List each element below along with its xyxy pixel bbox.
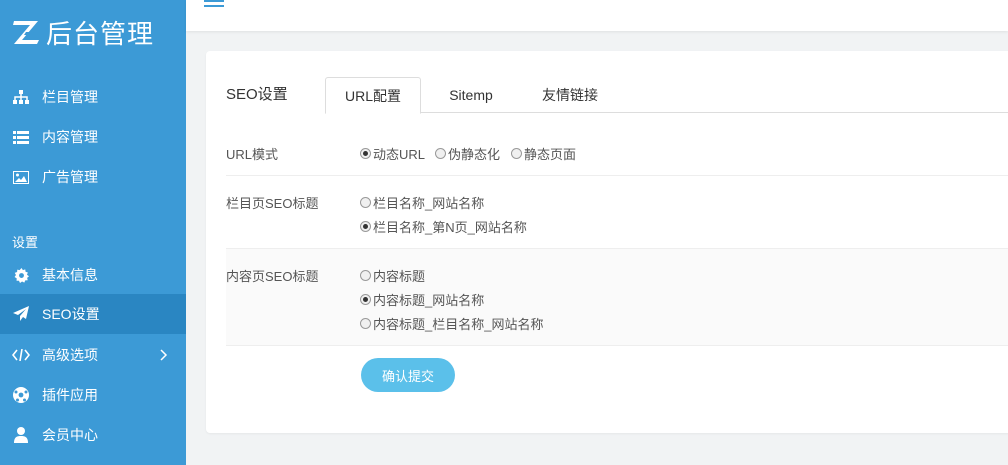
radio-dynamic-url[interactable]: 动态URL xyxy=(360,144,425,163)
sidebar-item-label: 会员中心 xyxy=(42,427,98,443)
topbar xyxy=(186,0,1008,31)
logo-text: 后台管理 xyxy=(46,19,155,50)
radio-label: 伪静态化 xyxy=(448,147,501,162)
radio-label: 内容标题_网站名称 xyxy=(373,293,485,308)
radio-circle[interactable] xyxy=(435,148,446,159)
sidebar-item-content[interactable]: 内容管理 xyxy=(0,117,186,157)
soccer-ball-icon xyxy=(12,386,30,404)
radio-content-option-1[interactable]: 内容标题 xyxy=(360,266,425,285)
sidebar-item-label: 插件应用 xyxy=(42,387,98,403)
code-icon xyxy=(12,346,30,364)
sidebar-item-label: 基本信息 xyxy=(42,267,98,283)
url-mode-label: URL模式 xyxy=(226,147,279,162)
sidebar-item-basic-info[interactable]: 基本信息 xyxy=(0,255,186,295)
radio-content-option-3[interactable]: 内容标题_栏目名称_网站名称 xyxy=(360,314,543,333)
form-row-content-seo-title: 内容页SEO标题 内容标题 内容标题_网站名称 内容标题_栏目名称_网站名称 xyxy=(226,249,1008,346)
radio-circle[interactable] xyxy=(360,148,371,159)
logo[interactable]: 后台管理 xyxy=(12,16,155,50)
sitemap-icon xyxy=(12,88,30,106)
tab-sitemap[interactable]: Sitemp xyxy=(431,77,511,113)
logo-z-icon xyxy=(12,18,42,46)
radio-label: 内容标题_栏目名称_网站名称 xyxy=(373,317,544,332)
tab-url-config[interactable]: URL配置 xyxy=(325,77,421,114)
sidebar-item-advanced[interactable]: 高级选项 xyxy=(0,335,186,375)
content-seo-title-label: 内容页SEO标题 xyxy=(226,269,319,284)
list-icon xyxy=(12,128,30,146)
radio-label: 动态URL xyxy=(373,147,426,162)
sidebar-item-columns[interactable]: 栏目管理 xyxy=(0,77,186,117)
radio-circle[interactable] xyxy=(511,148,522,159)
sidebar-item-plugins[interactable]: 插件应用 xyxy=(0,375,186,415)
radio-static-pages[interactable]: 静态页面 xyxy=(511,144,576,163)
radio-circle[interactable] xyxy=(360,318,371,329)
sidebar-section-settings: 设置 xyxy=(12,235,39,250)
radio-pseudo-static[interactable]: 伪静态化 xyxy=(435,144,500,163)
form-row-url-mode: URL模式 动态URL 伪静态化 静态页面 xyxy=(226,127,1008,176)
submit-button[interactable]: 确认提交 xyxy=(361,358,455,392)
sidebar-item-label: 广告管理 xyxy=(42,169,98,185)
radio-label: 静态页面 xyxy=(524,147,577,162)
page-title: SEO设置 xyxy=(226,86,288,103)
radio-label: 栏目名称_网站名称 xyxy=(373,196,485,211)
sidebar-item-label: 内容管理 xyxy=(42,129,98,145)
sidebar: 后台管理 栏目管理 内容管理 广告管理 设置 基本信息 SEO设置 高级选项 插… xyxy=(0,0,186,465)
radio-content-option-2[interactable]: 内容标题_网站名称 xyxy=(360,290,484,309)
gear-icon xyxy=(12,266,30,284)
radio-circle[interactable] xyxy=(360,197,371,208)
radio-circle[interactable] xyxy=(360,270,371,281)
user-icon xyxy=(12,426,30,444)
sidebar-item-members[interactable]: 会员中心 xyxy=(0,415,186,455)
paper-plane-icon xyxy=(12,305,30,323)
chevron-right-icon xyxy=(160,348,168,364)
radio-circle[interactable] xyxy=(360,294,371,305)
seo-settings-card: SEO设置 URL配置 Sitemp 友情链接 URL模式 动态URL 伪静态化… xyxy=(206,51,1008,433)
sidebar-item-label: 栏目管理 xyxy=(42,89,98,105)
radio-label: 栏目名称_第N页_网站名称 xyxy=(373,220,527,235)
column-seo-title-label: 栏目页SEO标题 xyxy=(226,196,319,211)
sidebar-item-seo[interactable]: SEO设置 xyxy=(0,294,186,334)
sidebar-item-label: 高级选项 xyxy=(42,347,98,363)
menu-toggle-icon[interactable] xyxy=(204,0,224,12)
radio-label: 内容标题 xyxy=(373,269,426,284)
radio-column-option-1[interactable]: 栏目名称_网站名称 xyxy=(360,193,484,212)
radio-column-option-2[interactable]: 栏目名称_第N页_网站名称 xyxy=(360,217,527,236)
sidebar-item-label: SEO设置 xyxy=(42,306,100,322)
tab-friend-links[interactable]: 友情链接 xyxy=(526,77,614,113)
image-icon xyxy=(12,168,30,186)
tabs-divider xyxy=(326,112,1008,113)
form-row-column-seo-title: 栏目页SEO标题 栏目名称_网站名称 栏目名称_第N页_网站名称 xyxy=(226,176,1008,249)
sidebar-item-ads[interactable]: 广告管理 xyxy=(0,157,186,197)
radio-circle[interactable] xyxy=(360,221,371,232)
